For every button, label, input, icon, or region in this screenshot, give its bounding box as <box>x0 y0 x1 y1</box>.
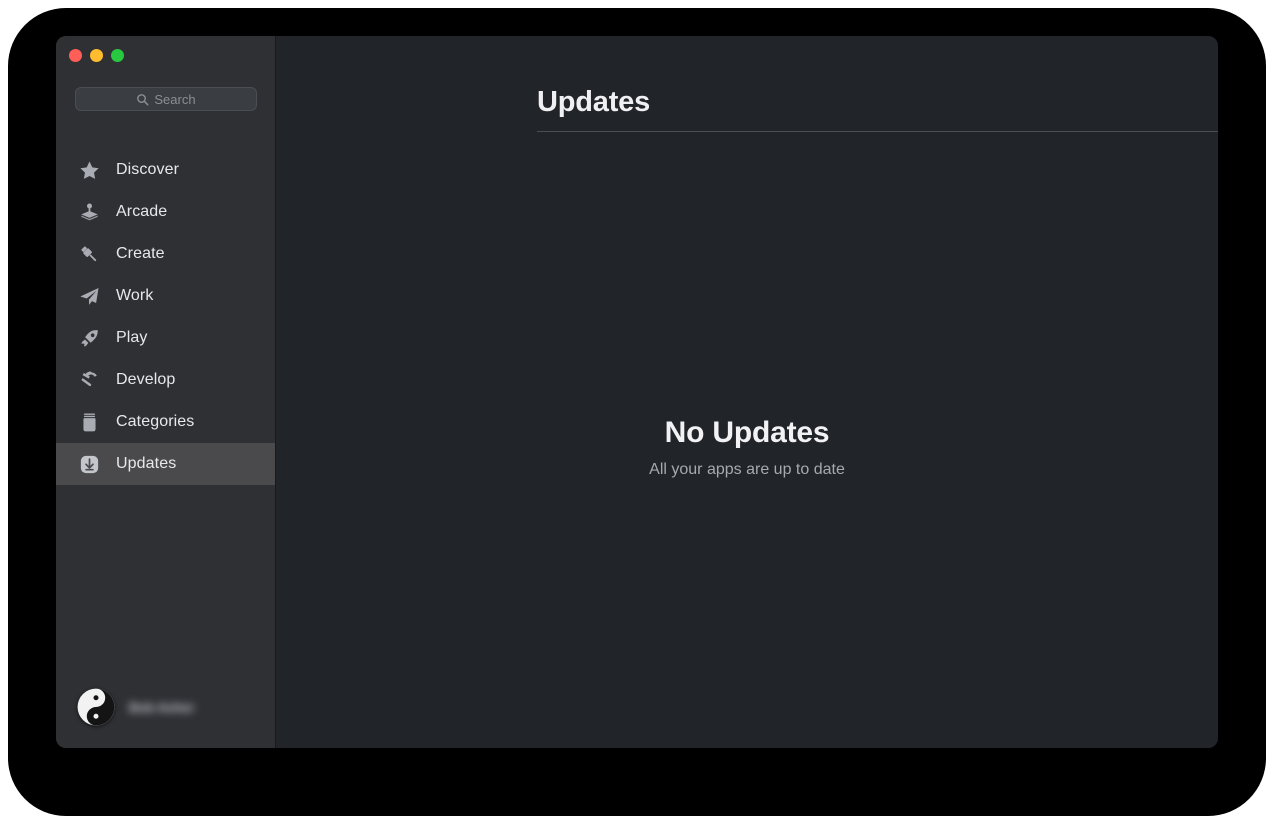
sidebar-item-label: Work <box>116 287 154 304</box>
sidebar-item-label: Arcade <box>116 203 168 220</box>
sidebar-nav: Discover Arcade Create Work Play Develop… <box>56 149 275 485</box>
jar-icon <box>76 409 102 435</box>
zoom-button[interactable] <box>111 49 124 62</box>
sidebar-item-label: Updates <box>116 455 177 472</box>
sidebar-item-develop[interactable]: Develop <box>56 359 275 401</box>
joystick-icon <box>76 199 102 225</box>
sidebar-item-label: Categories <box>116 413 195 430</box>
app-store-window: Search Discover Arcade Create Work Play … <box>56 36 1218 748</box>
empty-state-subtitle: All your apps are up to date <box>649 461 845 478</box>
main-content: Updates No Updates All your apps are up … <box>276 36 1218 748</box>
search-placeholder: Search <box>154 91 196 107</box>
paintbrush-icon <box>76 241 102 267</box>
sidebar-item-work[interactable]: Work <box>56 275 275 317</box>
rocket-icon <box>76 325 102 351</box>
sidebar-item-label: Create <box>116 245 165 262</box>
sidebar-item-create[interactable]: Create <box>56 233 275 275</box>
window-controls <box>69 49 124 62</box>
account-row[interactable]: Bob Asher <box>77 688 194 726</box>
sidebar-item-arcade[interactable]: Arcade <box>56 191 275 233</box>
account-name: Bob Asher <box>129 699 195 715</box>
hammer-icon <box>76 367 102 393</box>
star-icon <box>76 157 102 183</box>
sidebar-item-label: Play <box>116 329 148 346</box>
download-icon <box>76 451 102 477</box>
title-divider <box>537 131 1218 132</box>
page-title: Updates <box>537 86 651 118</box>
search-field[interactable]: Search <box>75 87 257 111</box>
sidebar-item-updates[interactable]: Updates <box>56 443 275 485</box>
empty-state-title: No Updates <box>664 416 830 449</box>
paper-plane-icon <box>76 283 102 309</box>
empty-state: No Updates All your apps are up to date <box>276 416 1218 479</box>
sidebar-item-label: Develop <box>116 371 176 388</box>
minimize-button[interactable] <box>90 49 103 62</box>
yin-yang-avatar <box>77 688 115 726</box>
close-button[interactable] <box>69 49 82 62</box>
sidebar-item-discover[interactable]: Discover <box>56 149 275 191</box>
sidebar-item-label: Discover <box>116 161 180 178</box>
sidebar-item-play[interactable]: Play <box>56 317 275 359</box>
sidebar-item-categories[interactable]: Categories <box>56 401 275 443</box>
sidebar: Search Discover Arcade Create Work Play … <box>56 36 276 748</box>
search-icon <box>136 93 149 106</box>
